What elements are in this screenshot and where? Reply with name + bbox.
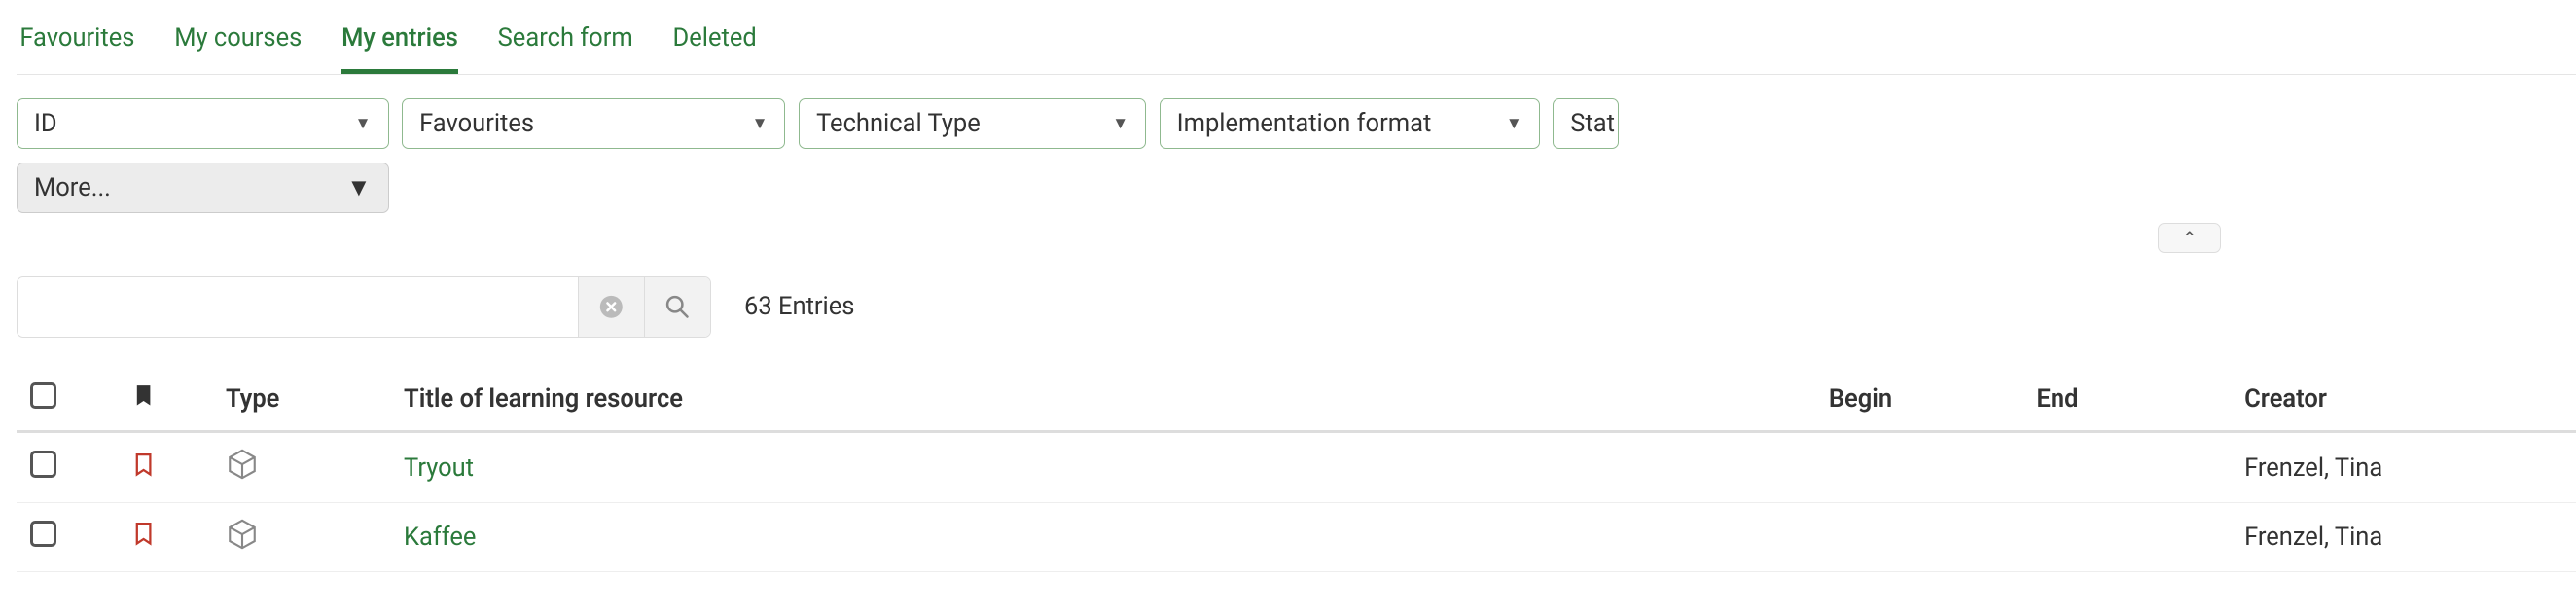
search-icon — [662, 292, 693, 322]
collapse-row: ⌃ — [17, 223, 2576, 253]
table-row: TryoutFrenzel, Tina PREPARATIONCC0 — [17, 432, 2576, 503]
collapse-button[interactable]: ⌃ — [2158, 223, 2221, 253]
tab-favourites[interactable]: Favourites — [19, 17, 134, 74]
tabs: Favourites My courses My entries Search … — [17, 17, 2576, 75]
table-row: KaffeeFrenzel, Tina PUBLISHEDNo license — [17, 502, 2576, 572]
filter-more[interactable]: More... ▼ — [17, 163, 389, 213]
resource-title-link[interactable]: Kaffee — [404, 523, 476, 552]
results-table: Type Title of learning resource Begin En… — [17, 367, 2576, 572]
row-checkbox[interactable] — [30, 521, 56, 547]
search-input[interactable] — [18, 279, 578, 334]
select-all-checkbox[interactable] — [30, 382, 56, 409]
search-box — [17, 276, 711, 338]
tab-deleted[interactable]: Deleted — [673, 17, 757, 74]
tab-my-entries[interactable]: My entries — [341, 17, 458, 74]
filter-id[interactable]: ID ▼ — [17, 98, 389, 149]
cell-creator: Frenzel, Tina — [2231, 432, 2576, 503]
filter-implementation-format[interactable]: Implementation format ▼ — [1160, 98, 1540, 149]
col-begin[interactable]: Begin — [1815, 367, 2023, 431]
bookmark-icon — [130, 380, 157, 411]
cell-end — [2023, 502, 2232, 572]
cube-icon — [226, 448, 259, 481]
col-creator[interactable]: Creator — [2231, 367, 2576, 431]
clear-icon — [596, 292, 626, 322]
filter-status[interactable]: Stat — [1553, 98, 1619, 149]
chevron-down-icon: ▼ — [1112, 114, 1128, 133]
resource-title-link[interactable]: Tryout — [404, 453, 474, 483]
filter-row: ID ▼ Favourites ▼ Technical Type ▼ Imple… — [17, 98, 2576, 149]
filter-technical-type-label: Technical Type — [816, 109, 981, 138]
chevron-down-icon: ▼ — [355, 114, 372, 133]
chevron-down-icon: ▼ — [346, 173, 371, 202]
col-title[interactable]: Title of learning resource — [390, 367, 1815, 431]
chevron-down-icon: ▼ — [1506, 114, 1522, 133]
col-checkbox — [17, 367, 118, 431]
clear-search-button[interactable] — [578, 277, 644, 337]
filter-more-label: More... — [34, 173, 111, 202]
search-button[interactable] — [644, 277, 710, 337]
filter-technical-type[interactable]: Technical Type ▼ — [799, 98, 1146, 149]
bookmark-icon[interactable] — [130, 519, 157, 549]
col-bookmark — [118, 367, 213, 431]
row-checkbox[interactable] — [30, 451, 56, 477]
cube-icon — [226, 518, 259, 551]
tab-my-courses[interactable]: My courses — [174, 17, 302, 74]
filter-id-label: ID — [34, 109, 57, 138]
chevron-down-icon: ▼ — [752, 114, 769, 133]
filter-favourites-label: Favourites — [419, 109, 534, 138]
col-end[interactable]: End — [2023, 367, 2232, 431]
cell-begin — [1815, 432, 2023, 503]
bookmark-icon[interactable] — [130, 450, 157, 480]
tab-search-form[interactable]: Search form — [498, 17, 633, 74]
cell-end — [2023, 432, 2232, 503]
filter-favourites[interactable]: Favourites ▼ — [402, 98, 785, 149]
chevron-up-icon: ⌃ — [2182, 228, 2198, 249]
cell-begin — [1815, 502, 2023, 572]
entry-count: 63 Entries — [744, 292, 854, 321]
filter-status-label: Stat — [1570, 109, 1615, 138]
search-row: 63 Entries — [17, 276, 2576, 338]
cell-creator: Frenzel, Tina — [2231, 502, 2576, 572]
filter-implementation-format-label: Implementation format — [1177, 109, 1432, 138]
col-type[interactable]: Type — [212, 367, 390, 431]
